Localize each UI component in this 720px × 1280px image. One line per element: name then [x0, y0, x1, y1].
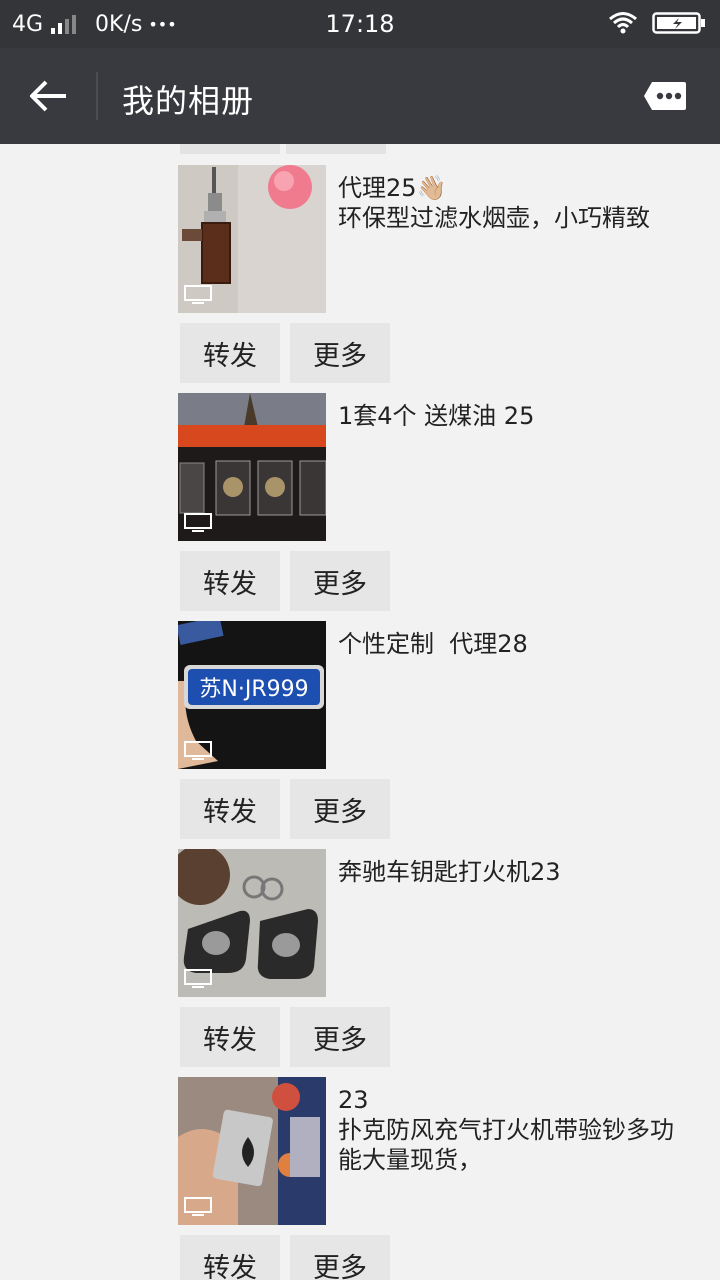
nav-divider — [96, 72, 98, 120]
forward-button[interactable]: 转发 — [180, 779, 280, 839]
post-thumbnail[interactable] — [178, 393, 326, 541]
navigation-bar: 我的相册 — [0, 48, 720, 144]
post-text-line: 环保型过滤水烟壶，小巧精致 — [338, 204, 650, 232]
forward-button[interactable]: 转发 — [180, 1235, 280, 1280]
post-text-line: 代理25👋🏼 — [338, 174, 447, 202]
forward-button[interactable]: 转发 — [180, 551, 280, 611]
previous-more-button[interactable] — [286, 144, 386, 154]
more-button[interactable]: 更多 — [290, 1007, 390, 1067]
post-text-line: 1套4个 送煤油 25 — [338, 402, 535, 430]
album-feed[interactable]: 代理25👋🏼 环保型过滤水烟壶，小巧精致 转发 更多 1套4个 送煤油 25 转… — [0, 144, 720, 1280]
forward-button[interactable]: 转发 — [180, 323, 280, 383]
post-actions: 转发 更多 — [180, 779, 390, 839]
plate-text: 苏N·JR999 — [199, 677, 308, 702]
post-thumbnail[interactable] — [178, 849, 326, 997]
forward-button[interactable]: 转发 — [180, 1007, 280, 1067]
more-button[interactable]: 更多 — [290, 323, 390, 383]
post-actions: 转发 更多 — [180, 1007, 390, 1067]
wifi-icon — [609, 12, 637, 34]
post-text: 代理25👋🏼 环保型过滤水烟壶，小巧精致 — [338, 173, 708, 233]
post-text-line: 奔驰车钥匙打火机23 — [338, 858, 561, 886]
page-title: 我的相册 — [122, 82, 255, 120]
post-text-line: 扑克防风充气打火机带验钞多功能大量现货， — [338, 1116, 674, 1174]
post-actions: 转发 更多 — [180, 1235, 390, 1280]
monitor-icon — [184, 1197, 212, 1216]
status-bar: 4G 0K/s ••• 17:18 — [0, 0, 720, 48]
monitor-icon — [184, 513, 212, 532]
more-button[interactable]: 更多 — [290, 779, 390, 839]
post-text: 个性定制 代理28 — [338, 629, 708, 659]
post-thumbnail[interactable]: 苏N·JR999 — [178, 621, 326, 769]
battery-icon — [652, 12, 705, 34]
monitor-icon — [184, 969, 212, 988]
post-actions: 转发 更多 — [180, 551, 390, 611]
post-text-line: 23 — [338, 1086, 369, 1114]
monitor-icon — [184, 285, 212, 304]
previous-forward-button[interactable] — [180, 144, 280, 154]
post-actions: 转发 更多 — [180, 323, 390, 383]
status-right — [608, 10, 706, 36]
post-thumbnail[interactable] — [178, 165, 326, 313]
post-text: 1套4个 送煤油 25 — [338, 401, 708, 431]
message-more-icon[interactable] — [642, 80, 688, 112]
post-text: 23 扑克防风充气打火机带验钞多功能大量现货， — [338, 1085, 683, 1175]
back-arrow-icon[interactable] — [28, 76, 70, 116]
post-thumbnail[interactable] — [178, 1077, 326, 1225]
post-text: 奔驰车钥匙打火机23 — [338, 857, 708, 887]
monitor-icon — [184, 741, 212, 760]
previous-post-actions — [180, 144, 392, 158]
more-button[interactable]: 更多 — [290, 1235, 390, 1280]
more-button[interactable]: 更多 — [290, 551, 390, 611]
post-text-line: 个性定制 代理28 — [338, 630, 528, 658]
